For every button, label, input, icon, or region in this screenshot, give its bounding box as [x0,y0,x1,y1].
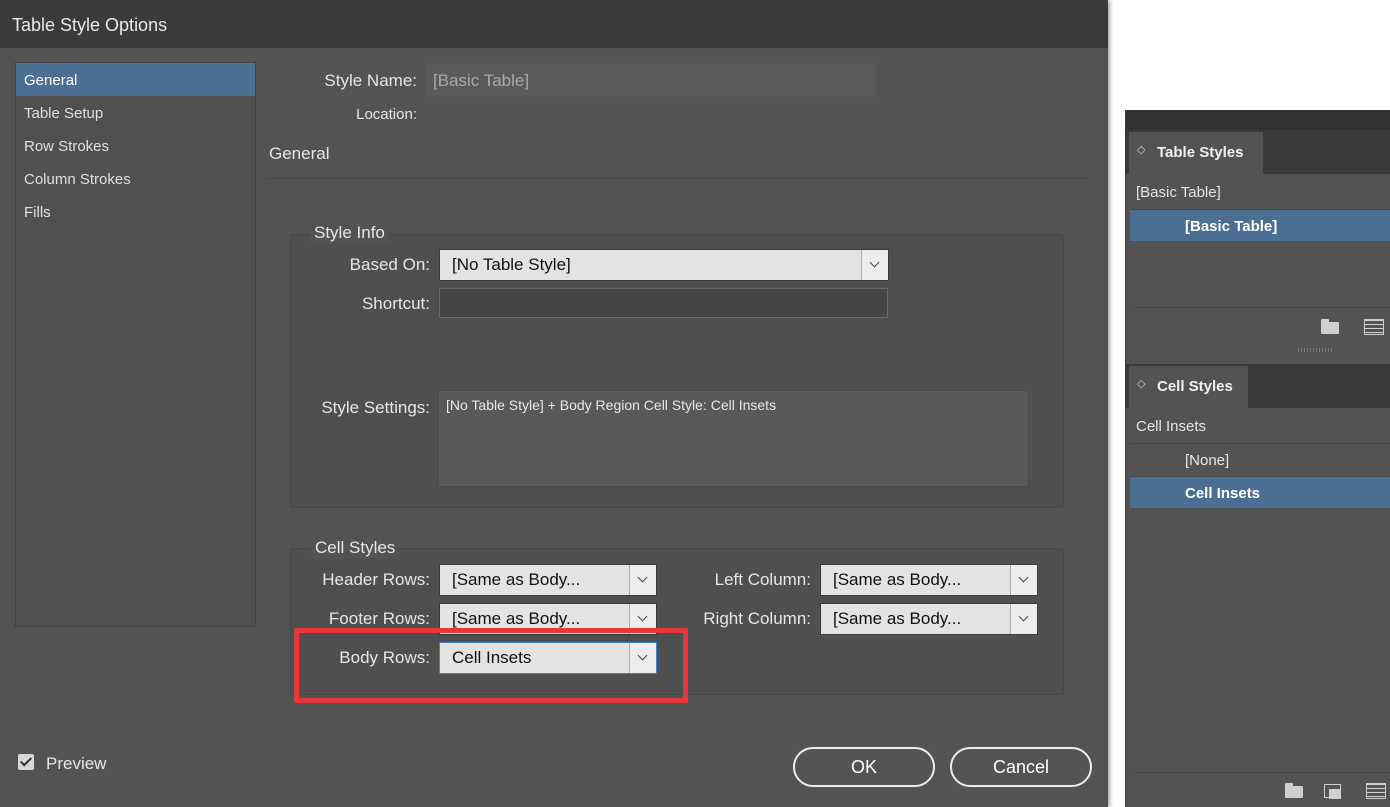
table-style-options-dialog: Table Style Options General Table Setup … [0,0,1108,807]
header-rows-label: Header Rows: [322,570,430,589]
cell-styles-tabstrip: ◇ Cell Styles [1126,364,1390,408]
expand-toggle-icon[interactable]: ◇ [1137,145,1145,156]
divider [1130,307,1390,308]
styles-panel: ◇ Table Styles [Basic Table] [Basic Tabl… [1125,110,1390,807]
tab-table-styles[interactable]: ◇ Table Styles [1129,132,1263,174]
table-styles-tabstrip: ◇ Table Styles [1126,130,1390,174]
clear-overrides-icon[interactable] [1324,784,1341,799]
left-column-value: [Same as Body... [833,570,962,589]
style-info-title: Style Info [310,223,389,243]
footer-rows-value: [Same as Body... [452,609,581,628]
new-cell-style-icon[interactable] [1366,783,1386,799]
new-style-group-icon[interactable] [1285,783,1303,798]
shortcut-label: Shortcut: [361,294,430,313]
style-name-field[interactable]: [Basic Table] [425,63,877,97]
category-row-strokes[interactable]: Row Strokes [16,129,255,162]
right-column-dropdown[interactable]: [Same as Body... [820,603,1038,635]
cell-styles-current: Cell Insets [1130,410,1390,441]
cell-styles-current-label: Cell Insets [1136,418,1207,435]
style-name-value: [Basic Table] [433,71,530,90]
style-settings-box: [No Table Style] + Body Region Cell Styl… [438,390,1029,487]
right-column-value: [Same as Body... [833,609,962,628]
new-style-group-icon[interactable] [1321,319,1339,334]
list-item[interactable]: Cell Insets [1130,477,1390,508]
header-rows-value: [Same as Body... [452,570,581,589]
expand-toggle-icon[interactable]: ◇ [1137,379,1145,390]
based-on-value: [No Table Style] [452,255,571,274]
preview-checkbox[interactable] [18,754,34,770]
tab-table-styles-label: Table Styles [1157,144,1244,161]
cell-styles-title: Cell Styles [311,538,400,558]
panel-topbar[interactable] [1126,110,1390,130]
category-list: General Table Setup Row Strokes Column S… [15,62,256,627]
dialog-title: Table Style Options [12,15,168,35]
left-column-label: Left Column: [714,570,811,589]
preview-label[interactable]: Preview [46,754,106,774]
cell-style-item-label: [None] [1185,452,1230,469]
new-table-style-icon[interactable] [1364,319,1384,335]
location-label: Location: [356,106,417,123]
based-on-label: Based On: [349,255,430,274]
category-general[interactable]: General [16,63,255,96]
category-table-setup[interactable]: Table Setup [16,96,255,129]
style-name-label: Style Name: [324,71,417,90]
style-settings-value: [No Table Style] + Body Region Cell Styl… [446,397,777,413]
style-settings-label: Style Settings: [321,398,430,417]
table-styles-current-label: [Basic Table] [1136,184,1221,201]
chevron-down-icon[interactable] [1010,565,1037,595]
tab-cell-styles[interactable]: ◇ Cell Styles [1129,366,1248,408]
right-column-label: Right Column: [703,609,811,628]
annotation-highlight-box [294,628,688,703]
left-column-dropdown[interactable]: [Same as Body... [820,564,1038,596]
chevron-down-icon[interactable] [629,565,656,595]
section-divider [268,178,1088,179]
chevron-down-icon[interactable] [861,250,888,280]
cell-style-item-label: Cell Insets [1185,485,1261,502]
chevron-down-icon[interactable] [1010,604,1037,634]
list-item[interactable]: [Basic Table] [1130,210,1390,241]
panel-resize-grip[interactable] [1298,348,1332,352]
footer-rows-label: Footer Rows: [328,609,430,628]
ok-button[interactable]: OK [793,747,935,787]
table-styles-current: [Basic Table] [1130,176,1390,207]
category-column-strokes[interactable]: Column Strokes [16,162,255,195]
shortcut-input[interactable] [439,288,888,318]
section-title: General [269,144,330,163]
cancel-button[interactable]: Cancel [950,747,1092,787]
divider [1130,772,1390,773]
table-style-item-label: [Basic Table] [1185,218,1278,235]
category-fills[interactable]: Fills [16,195,255,228]
header-rows-dropdown[interactable]: [Same as Body... [439,564,657,596]
tab-cell-styles-label: Cell Styles [1157,378,1233,395]
dialog-titlebar[interactable]: Table Style Options [0,0,1108,48]
list-item[interactable]: [None] [1130,444,1390,475]
based-on-dropdown[interactable]: [No Table Style] [439,249,889,281]
